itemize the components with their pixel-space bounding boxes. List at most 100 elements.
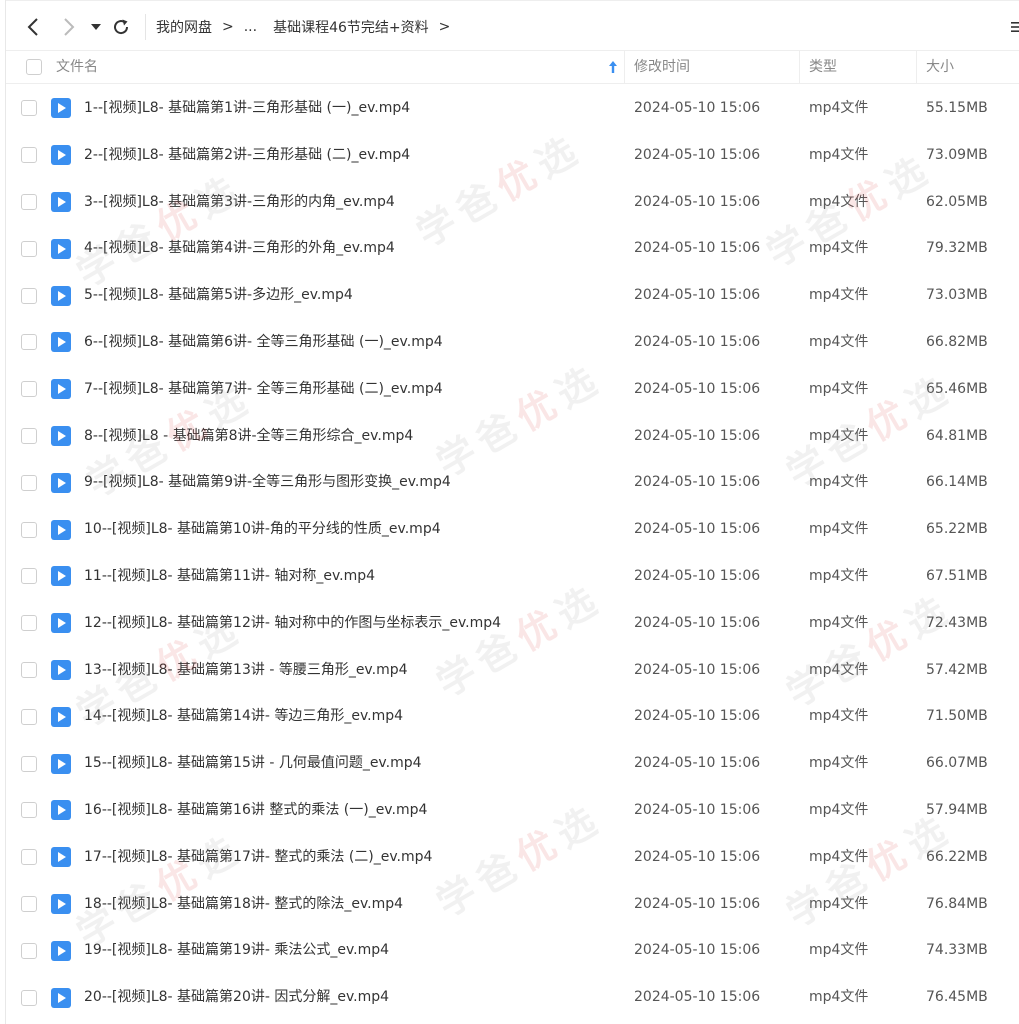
file-size: 71.50MB: [926, 708, 988, 725]
row-checkbox[interactable]: [21, 474, 37, 491]
table-row[interactable]: 8--[视频]L8 - 基础篇第8讲-全等三角形综合_ev.mp4 2024-05…: [6, 413, 1019, 460]
file-name[interactable]: 14--[视频]L8- 基础篇第14讲- 等边三角形_ev.mp4: [84, 693, 403, 740]
breadcrumb-separator-icon: >: [438, 19, 451, 35]
file-type: mp4文件: [809, 427, 869, 444]
video-file-icon: [51, 519, 71, 540]
row-checkbox[interactable]: [21, 989, 37, 1006]
back-button[interactable]: [20, 12, 46, 42]
column-divider[interactable]: [916, 51, 917, 84]
file-size: 76.45MB: [926, 989, 988, 1006]
file-size: 55.15MB: [926, 100, 988, 116]
row-checkbox[interactable]: [21, 802, 37, 819]
more-menu-button[interactable]: [1009, 12, 1019, 42]
file-list-header: 文件名 修改时间 类型 大小: [6, 50, 1019, 84]
file-modified: 2024-05-10 15:06: [634, 614, 761, 631]
table-row[interactable]: 6--[视频]L8- 基础篇第6讲- 全等三角形基础 (一)_ev.mp4 202…: [6, 319, 1019, 366]
row-checkbox[interactable]: [21, 708, 37, 725]
row-checkbox[interactable]: [21, 287, 37, 304]
forward-button[interactable]: [56, 12, 82, 42]
table-row[interactable]: 13--[视频]L8- 基础篇第13讲 - 等腰三角形_ev.mp4 2024-0…: [6, 647, 1019, 694]
file-name[interactable]: 16--[视频]L8- 基础篇第16讲 整式的乘法 (一)_ev.mp4: [84, 787, 427, 834]
file-name[interactable]: 8--[视频]L8 - 基础篇第8讲-全等三角形综合_ev.mp4: [84, 413, 413, 460]
file-name[interactable]: 9--[视频]L8- 基础篇第9讲-全等三角形与图形变换_ev.mp4: [84, 459, 451, 506]
table-row[interactable]: 17--[视频]L8- 基础篇第17讲- 整式的乘法 (二)_ev.mp4 202…: [6, 834, 1019, 881]
breadcrumb-separator-icon: >: [222, 19, 234, 35]
file-name[interactable]: 6--[视频]L8- 基础篇第6讲- 全等三角形基础 (一)_ev.mp4: [84, 319, 443, 366]
select-all-checkbox[interactable]: [26, 59, 42, 75]
file-name[interactable]: 15--[视频]L8- 基础篇第15讲 - 几何最值问题_ev.mp4: [84, 740, 422, 787]
table-row[interactable]: 14--[视频]L8- 基础篇第14讲- 等边三角形_ev.mp4 2024-05…: [6, 693, 1019, 740]
table-row[interactable]: 20--[视频]L8- 基础篇第20讲- 因式分解_ev.mp4 2024-05-…: [6, 974, 1019, 1021]
row-checkbox[interactable]: [21, 568, 37, 585]
table-row[interactable]: 12--[视频]L8- 基础篇第12讲- 轴对称中的作图与坐标表示_ev.mp4…: [6, 600, 1019, 647]
file-modified: 2024-05-10 15:06: [634, 427, 761, 444]
row-checkbox[interactable]: [21, 849, 37, 866]
table-row[interactable]: 7--[视频]L8- 基础篇第7讲- 全等三角形基础 (二)_ev.mp4 202…: [6, 366, 1019, 413]
column-header-type[interactable]: 类型: [809, 51, 837, 84]
file-type: mp4文件: [809, 240, 869, 257]
column-header-name[interactable]: 文件名: [56, 51, 626, 84]
file-name[interactable]: 1--[视频]L8- 基础篇第1讲-三角形基础 (一)_ev.mp4: [84, 85, 410, 132]
column-divider[interactable]: [799, 51, 800, 84]
row-checkbox[interactable]: [21, 193, 37, 210]
file-name[interactable]: 3--[视频]L8- 基础篇第3讲-三角形的内角_ev.mp4: [84, 179, 395, 226]
row-checkbox[interactable]: [21, 427, 37, 444]
row-checkbox[interactable]: [21, 334, 37, 351]
file-modified: 2024-05-10 15:06: [634, 895, 761, 912]
video-file-icon: [51, 847, 71, 868]
breadcrumb-ellipsis[interactable]: ...: [244, 19, 257, 35]
file-type: mp4文件: [809, 521, 869, 538]
column-header-size[interactable]: 大小: [926, 51, 954, 84]
file-name[interactable]: 17--[视频]L8- 基础篇第17讲- 整式的乘法 (二)_ev.mp4: [84, 834, 432, 881]
row-checkbox[interactable]: [21, 942, 37, 959]
row-checkbox[interactable]: [21, 521, 37, 538]
table-row[interactable]: 4--[视频]L8- 基础篇第4讲-三角形的外角_ev.mp4 2024-05-1…: [6, 225, 1019, 272]
file-size: 72.43MB: [926, 614, 988, 631]
file-size: 73.03MB: [926, 287, 988, 304]
file-name[interactable]: 19--[视频]L8- 基础篇第19讲- 乘法公式_ev.mp4: [84, 927, 389, 974]
file-modified: 2024-05-10 15:06: [634, 287, 761, 304]
video-file-icon: [51, 238, 71, 259]
file-size: 65.46MB: [926, 380, 988, 397]
table-row[interactable]: 15--[视频]L8- 基础篇第15讲 - 几何最值问题_ev.mp4 2024-…: [6, 740, 1019, 787]
history-dropdown-button[interactable]: [88, 12, 104, 42]
table-row[interactable]: 1--[视频]L8- 基础篇第1讲-三角形基础 (一)_ev.mp4 2024-0…: [6, 85, 1019, 132]
file-size: 66.22MB: [926, 848, 988, 865]
table-row[interactable]: 18--[视频]L8- 基础篇第18讲- 整式的除法_ev.mp4 2024-05…: [6, 881, 1019, 928]
row-checkbox[interactable]: [21, 381, 37, 398]
table-row[interactable]: 16--[视频]L8- 基础篇第16讲 整式的乘法 (一)_ev.mp4 2024…: [6, 787, 1019, 834]
table-row[interactable]: 19--[视频]L8- 基础篇第19讲- 乘法公式_ev.mp4 2024-05-…: [6, 927, 1019, 974]
row-checkbox[interactable]: [21, 895, 37, 912]
refresh-button[interactable]: [108, 12, 134, 42]
table-row[interactable]: 10--[视频]L8- 基础篇第10讲-角的平分线的性质_ev.mp4 2024-…: [6, 506, 1019, 553]
table-row[interactable]: 5--[视频]L8- 基础篇第5讲-多边形_ev.mp4 2024-05-10 1…: [6, 272, 1019, 319]
column-divider[interactable]: [624, 51, 625, 84]
row-checkbox[interactable]: [21, 615, 37, 632]
video-file-icon: [51, 987, 71, 1008]
row-checkbox[interactable]: [21, 661, 37, 678]
file-name[interactable]: 13--[视频]L8- 基础篇第13讲 - 等腰三角形_ev.mp4: [84, 647, 408, 694]
row-checkbox[interactable]: [21, 100, 37, 117]
toolbar-divider: [145, 14, 146, 40]
video-file-icon: [51, 753, 71, 774]
column-header-modified[interactable]: 修改时间: [634, 51, 690, 84]
file-name[interactable]: 10--[视频]L8- 基础篇第10讲-角的平分线的性质_ev.mp4: [84, 506, 441, 553]
row-checkbox[interactable]: [21, 147, 37, 164]
table-row[interactable]: 11--[视频]L8- 基础篇第11讲- 轴对称_ev.mp4 2024-05-1…: [6, 553, 1019, 600]
file-name[interactable]: 5--[视频]L8- 基础篇第5讲-多边形_ev.mp4: [84, 272, 353, 319]
file-name[interactable]: 7--[视频]L8- 基础篇第7讲- 全等三角形基础 (二)_ev.mp4: [84, 366, 443, 413]
breadcrumb-root[interactable]: 我的网盘: [156, 17, 212, 37]
row-checkbox[interactable]: [21, 240, 37, 257]
file-name[interactable]: 12--[视频]L8- 基础篇第12讲- 轴对称中的作图与坐标表示_ev.mp4: [84, 600, 501, 647]
file-name[interactable]: 18--[视频]L8- 基础篇第18讲- 整式的除法_ev.mp4: [84, 881, 403, 928]
table-row[interactable]: 9--[视频]L8- 基础篇第9讲-全等三角形与图形变换_ev.mp4 2024-…: [6, 459, 1019, 506]
table-row[interactable]: 3--[视频]L8- 基础篇第3讲-三角形的内角_ev.mp4 2024-05-1…: [6, 179, 1019, 226]
file-name[interactable]: 2--[视频]L8- 基础篇第2讲-三角形基础 (二)_ev.mp4: [84, 132, 410, 179]
breadcrumb-current[interactable]: 基础课程46节完结+资料: [273, 17, 429, 37]
sort-ascending-icon[interactable]: [607, 60, 619, 74]
table-row[interactable]: 2--[视频]L8- 基础篇第2讲-三角形基础 (二)_ev.mp4 2024-0…: [6, 132, 1019, 179]
file-name[interactable]: 11--[视频]L8- 基础篇第11讲- 轴对称_ev.mp4: [84, 553, 375, 600]
row-checkbox[interactable]: [21, 755, 37, 772]
file-name[interactable]: 4--[视频]L8- 基础篇第4讲-三角形的外角_ev.mp4: [84, 225, 395, 272]
file-name[interactable]: 20--[视频]L8- 基础篇第20讲- 因式分解_ev.mp4: [84, 974, 389, 1021]
